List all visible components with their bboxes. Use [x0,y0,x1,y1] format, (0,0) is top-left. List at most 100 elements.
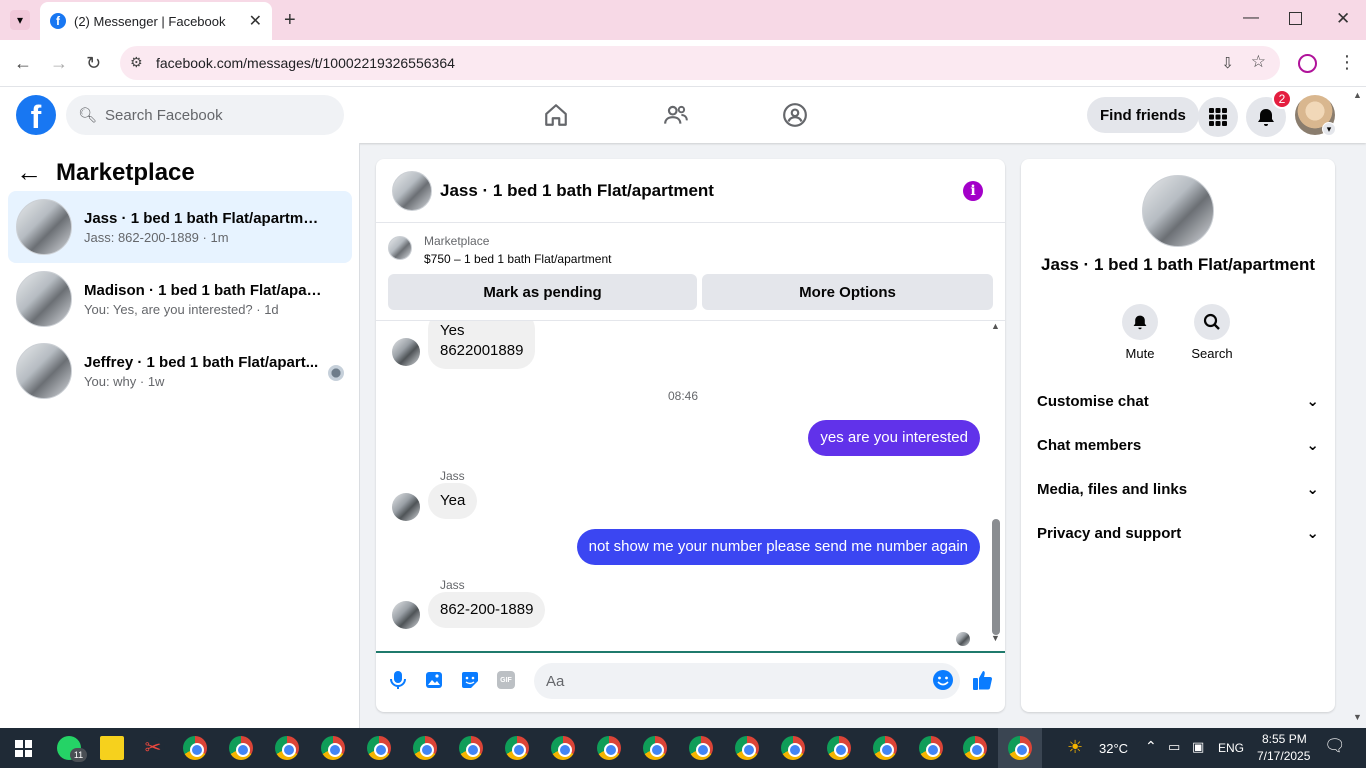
scrollbar-thumb[interactable] [992,519,1000,635]
tab-search-icon[interactable]: ▾ [10,10,30,30]
profile-icon[interactable] [1298,54,1317,73]
snipping-tool-icon[interactable]: ✂ [141,736,165,760]
facebook-favicon-icon: f [50,13,66,29]
listing-price-title[interactable]: $750 – 1 bed 1 bath Flat/apartment [424,252,611,266]
chrome-icon[interactable] [689,736,713,760]
menu-grid-icon[interactable] [1198,97,1238,137]
weather-icon[interactable]: ☀ [1067,737,1083,758]
details-listing-thumbnail[interactable] [1142,175,1214,247]
gif-icon[interactable]: GIF [495,669,517,691]
search-input[interactable] [105,106,326,124]
chrome-icon[interactable] [413,736,437,760]
facebook-header: f 🔍︎ Find friends 2 ▾ [0,87,1366,143]
clock-time[interactable]: 8:55 PM [1262,732,1307,746]
customise-chat-section[interactable]: Customise chat ⌄ [1037,387,1319,415]
sender-avatar [392,338,420,366]
page-scroll-down-icon[interactable]: ▼ [1353,712,1362,722]
reload-icon[interactable]: ↻ [86,53,101,74]
new-tab-icon[interactable]: + [284,9,296,32]
account-chevron-down-icon[interactable]: ▾ [1322,122,1336,136]
search-conversation-button[interactable]: Search [1182,304,1242,361]
scroll-down-icon[interactable]: ▼ [991,633,1000,643]
conversation-item[interactable]: Madison · 1 bed 1 bath Flat/apart... You… [8,263,352,335]
conversation-list-panel: ← Marketplace Jass · 1 bed 1 bath Flat/a… [0,143,360,728]
scroll-up-icon[interactable]: ▲ [991,321,1000,331]
clock-date[interactable]: 7/17/2025 [1257,749,1310,763]
sticky-notes-icon[interactable] [100,736,124,760]
chrome-icon[interactable] [505,736,529,760]
install-app-icon[interactable]: ⇩ [1221,54,1234,72]
home-icon[interactable] [540,99,572,131]
chrome-icon[interactable] [919,736,943,760]
language-indicator[interactable]: ENG [1218,741,1244,755]
chevron-up-icon[interactable]: ⌃ [1145,738,1157,755]
chat-members-section[interactable]: Chat members ⌄ [1037,431,1319,459]
browser-tab[interactable]: f (2) Messenger | Facebook ✕ [40,2,272,40]
chrome-icon[interactable] [183,736,207,760]
back-arrow-icon[interactable]: ← [16,157,42,188]
notification-center-icon[interactable]: 🗨︎ [1324,736,1346,756]
message-scrollbar[interactable]: ▲ ▼ [990,321,1000,651]
conversation-item[interactable]: Jeffrey · 1 bed 1 bath Flat/apart... You… [8,335,352,407]
close-window-icon[interactable]: ✕ [1336,9,1350,29]
chat-title[interactable]: Jass · 1 bed 1 bath Flat/apartment [440,181,714,201]
chrome-icon[interactable] [459,736,483,760]
media-files-links-section[interactable]: Media, files and links ⌄ [1037,475,1319,503]
chrome-icon[interactable] [229,736,253,760]
sticker-icon[interactable] [459,669,481,691]
back-icon[interactable]: ← [14,53,32,74]
groups-icon[interactable] [779,99,811,131]
microphone-icon[interactable] [387,669,409,691]
chrome-icon[interactable] [781,736,805,760]
conversation-item[interactable]: Jass · 1 bed 1 bath Flat/apartment Jass:… [8,191,352,263]
privacy-support-section[interactable]: Privacy and support ⌄ [1037,519,1319,547]
info-icon[interactable]: i [963,181,983,201]
seen-avatar [328,365,344,381]
chevron-down-icon: ⌄ [1306,437,1319,454]
section-label: Media, files and links [1037,480,1188,498]
mute-button[interactable]: Mute [1110,304,1170,361]
listing-small-thumbnail[interactable] [388,236,412,260]
mark-as-pending-button[interactable]: Mark as pending [388,274,697,310]
chrome-icon[interactable] [597,736,621,760]
more-options-button[interactable]: More Options [702,274,993,310]
network-icon[interactable]: ▣ [1192,739,1204,755]
close-tab-icon[interactable]: ✕ [249,11,262,31]
chrome-icon[interactable] [551,736,575,760]
chevron-down-icon: ⌄ [1306,393,1319,410]
like-thumbs-up-icon[interactable] [972,669,994,691]
find-friends-button[interactable]: Find friends [1087,97,1199,133]
bookmark-star-icon[interactable]: ☆ [1251,52,1266,72]
url-field[interactable]: ⚙ facebook.com/messages/t/10002219326556… [120,46,1280,80]
search-box[interactable]: 🔍︎ [66,95,344,135]
emoji-icon[interactable] [932,669,954,691]
temperature: 32°C [1099,741,1129,756]
chrome-icon[interactable] [827,736,851,760]
facebook-logo-icon[interactable]: f [16,95,56,135]
conversation-preview: You: Yes, are you interested? · 1d [84,301,279,317]
message-list[interactable]: Yes 8622001889 08:46 yes are you interes… [376,321,1005,651]
chrome-icon[interactable] [275,736,299,760]
url-text: facebook.com/messages/t/1000221932655636… [156,55,455,71]
chrome-icon[interactable] [643,736,667,760]
forward-icon[interactable]: → [50,53,68,74]
friends-icon[interactable] [660,99,692,131]
menu-dots-icon[interactable]: ⋮ [1338,52,1356,73]
message-composer: GIF [376,651,1005,712]
chrome-icon[interactable] [735,736,759,760]
search-icon: 🔍︎ [78,107,98,124]
chrome-active-icon[interactable] [1008,736,1032,760]
battery-icon[interactable]: ▭ [1168,739,1180,755]
minimize-icon[interactable]: — [1243,9,1259,27]
chrome-icon[interactable] [873,736,897,760]
page-scroll-up-icon[interactable]: ▲ [1353,90,1362,100]
chrome-icon[interactable] [367,736,391,760]
windows-start-icon[interactable] [15,740,32,757]
chrome-icon[interactable] [321,736,345,760]
site-info-icon[interactable]: ⚙ [130,54,143,71]
chat-listing-thumbnail[interactable] [392,170,432,211]
message-input[interactable] [534,663,960,699]
photo-icon[interactable] [423,669,445,691]
chrome-icon[interactable] [963,736,987,760]
restore-icon[interactable] [1289,12,1302,25]
